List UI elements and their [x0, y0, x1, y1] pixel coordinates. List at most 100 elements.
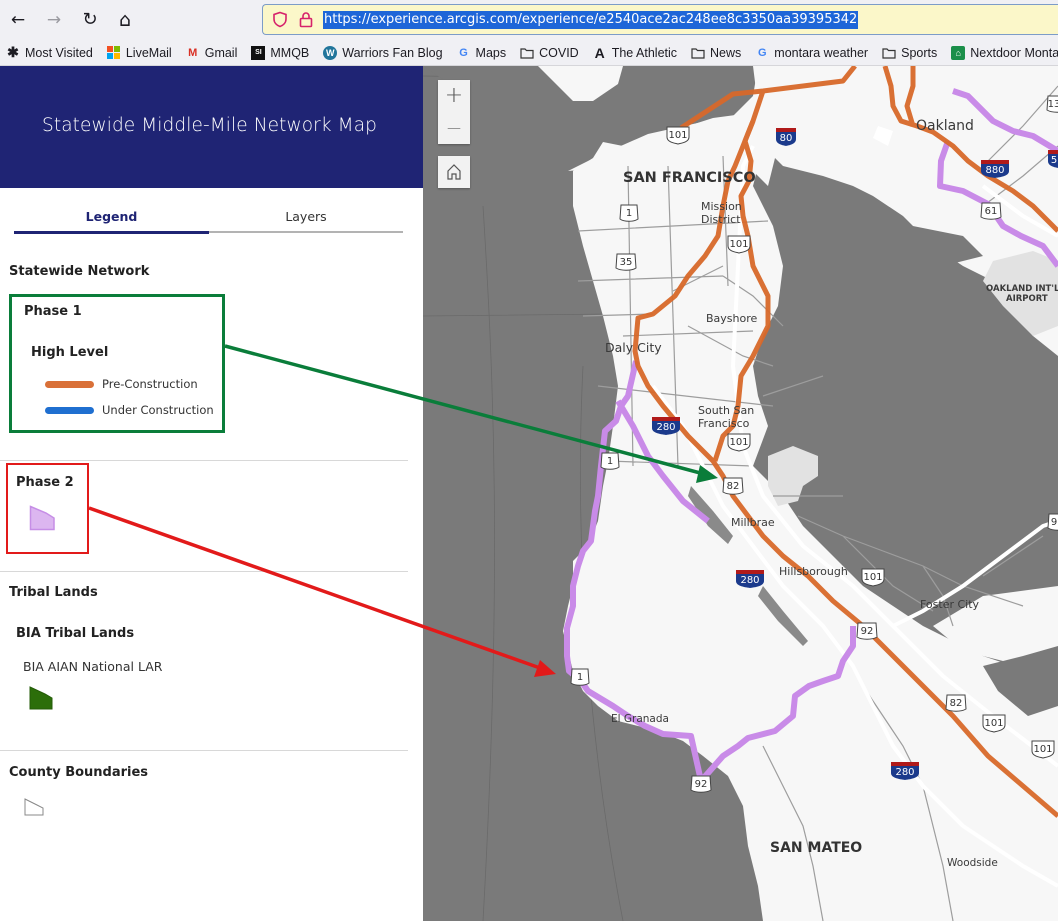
- label-bayshore: Bayshore: [706, 312, 758, 325]
- svg-text:101: 101: [984, 718, 1003, 729]
- divider: [0, 460, 408, 461]
- svg-text:80: 80: [780, 133, 793, 144]
- bookmark-label: Warriors Fan Blog: [342, 45, 443, 60]
- i280-shield: 280: [736, 570, 764, 588]
- shield-icon[interactable]: [272, 11, 288, 28]
- i880-shield: 880: [981, 160, 1009, 178]
- label-hillsborough: Hillsborough: [779, 565, 848, 578]
- bookmark-livemail[interactable]: LiveMail: [107, 46, 172, 60]
- bookmark-label: Gmail: [204, 45, 238, 60]
- us101-shield: 101: [982, 714, 1006, 733]
- svg-text:35: 35: [620, 257, 633, 268]
- folder-icon: [882, 46, 896, 60]
- label-woodside: Woodside: [947, 857, 998, 869]
- svg-text:92: 92: [695, 779, 708, 790]
- svg-text:61: 61: [985, 206, 998, 217]
- svg-text:880: 880: [985, 165, 1004, 176]
- svg-text:101: 101: [668, 130, 687, 141]
- side-panel: Statewide Middle-Mile Network Map Legend…: [0, 66, 423, 921]
- back-button[interactable]: ←: [6, 8, 30, 32]
- zoom-out-button[interactable]: —: [438, 112, 470, 144]
- bookmark-label: Most Visited: [25, 45, 93, 60]
- bookmark-news[interactable]: News: [691, 46, 741, 60]
- bookmark-warriors-fan-blog[interactable]: W Warriors Fan Blog: [323, 45, 443, 60]
- nextdoor-icon: ⌂: [951, 45, 966, 60]
- athletic-icon: A: [594, 44, 605, 61]
- bookmark-label: The Athletic: [611, 45, 678, 60]
- bookmark-sports[interactable]: Sports: [882, 46, 937, 60]
- bookmark-montara-weather[interactable]: Gmontara weather: [755, 46, 868, 60]
- svg-text:92: 92: [861, 626, 874, 637]
- label-mission-1: Mission: [701, 200, 742, 213]
- tab-legend[interactable]: Legend: [14, 209, 209, 234]
- bia-tribal-lands-title: BIA Tribal Lands: [16, 626, 135, 641]
- reload-button[interactable]: ↻: [78, 8, 102, 32]
- bookmarks-bar: ✱ Most Visited LiveMail M Gmail SI MMQB W Wa…: [0, 40, 1058, 66]
- map-view[interactable]: SAN FRANCISCO Mission District Oakland B…: [423, 66, 1058, 921]
- divider: [0, 571, 408, 572]
- label-oakland: Oakland: [916, 118, 974, 134]
- gmail-icon: M: [188, 46, 198, 59]
- bookmark-label: COVID: [539, 45, 579, 60]
- label-el-granada: El Granada: [611, 713, 669, 725]
- wordpress-icon: W: [323, 45, 338, 60]
- tribal-lands-title: Tribal Lands: [9, 585, 98, 600]
- home-extent-button[interactable]: [438, 156, 470, 188]
- bookmark-gmail[interactable]: M Gmail: [186, 45, 238, 60]
- bia-aian-label: BIA AIAN National LAR: [23, 659, 163, 674]
- i80-shield: 80: [776, 128, 796, 146]
- zoom-control: + —: [438, 80, 470, 144]
- divider: [0, 750, 408, 751]
- us101-shield: 101: [666, 126, 690, 145]
- bookmark-most-visited[interactable]: ✱ Most Visited: [6, 44, 93, 60]
- bookmark-covid[interactable]: COVID: [520, 46, 579, 60]
- bookmark-label: LiveMail: [125, 45, 172, 60]
- ca82-shield: 82: [945, 694, 967, 712]
- label-mission-2: District: [701, 213, 741, 226]
- us101-shield: 101: [727, 235, 751, 254]
- svg-text:280: 280: [656, 422, 675, 433]
- lock-icon[interactable]: [299, 11, 313, 28]
- google-icon: G: [459, 46, 468, 59]
- svg-text:9: 9: [1051, 517, 1057, 528]
- tab-layers[interactable]: Layers: [209, 209, 403, 233]
- url-text[interactable]: https://experience.arcgis.com/experience…: [323, 11, 859, 29]
- forward-button[interactable]: →: [42, 8, 66, 32]
- us101-shield: 101: [861, 568, 885, 587]
- gear-icon: ✱: [7, 44, 19, 60]
- folder-icon: [520, 46, 534, 60]
- bookmark-label: Maps: [475, 45, 507, 60]
- label-south-sf-1: South San: [698, 404, 754, 417]
- bookmark-maps[interactable]: G Maps: [457, 45, 507, 60]
- svg-text:101: 101: [729, 437, 748, 448]
- county-boundary-polygon-swatch: [24, 798, 44, 816]
- bookmark-label: montara weather: [774, 45, 869, 60]
- bookmark-nextdoor-montara[interactable]: ⌂ Nextdoor Montara: [951, 45, 1058, 60]
- label-daly-city: Daly City: [605, 340, 662, 355]
- svg-text:280: 280: [740, 575, 759, 586]
- svg-text:1: 1: [607, 456, 613, 467]
- ca1-shield: 1: [619, 204, 639, 222]
- label-foster-city: Foster City: [920, 598, 980, 611]
- ca13-shield: 13: [1046, 95, 1058, 113]
- statewide-network-title: Statewide Network: [9, 264, 150, 279]
- us101-shield: 101: [1031, 740, 1055, 759]
- svg-text:13: 13: [1048, 99, 1058, 110]
- home-button[interactable]: ⌂: [113, 8, 137, 32]
- zoom-in-button[interactable]: +: [438, 80, 470, 112]
- i280-shield: 280: [891, 762, 919, 780]
- svg-text:101: 101: [863, 572, 882, 583]
- bookmark-the-athletic[interactable]: A The Athletic: [593, 44, 678, 61]
- us101-shield: 101: [727, 433, 751, 452]
- ca1-shield: 1: [600, 452, 620, 470]
- county-boundaries-title: County Boundaries: [9, 765, 149, 780]
- svg-text:101: 101: [1033, 744, 1052, 755]
- si-icon: SI: [251, 45, 266, 60]
- label-millbrae: Millbrae: [731, 516, 775, 529]
- url-bar[interactable]: https://experience.arcgis.com/experience…: [262, 4, 1058, 35]
- svg-text:1: 1: [577, 672, 583, 683]
- svg-text:82: 82: [950, 698, 963, 709]
- google-icon: G: [758, 46, 767, 59]
- bookmark-mmqb[interactable]: SI MMQB: [251, 45, 309, 60]
- tribal-lands-polygon-swatch: [29, 686, 53, 710]
